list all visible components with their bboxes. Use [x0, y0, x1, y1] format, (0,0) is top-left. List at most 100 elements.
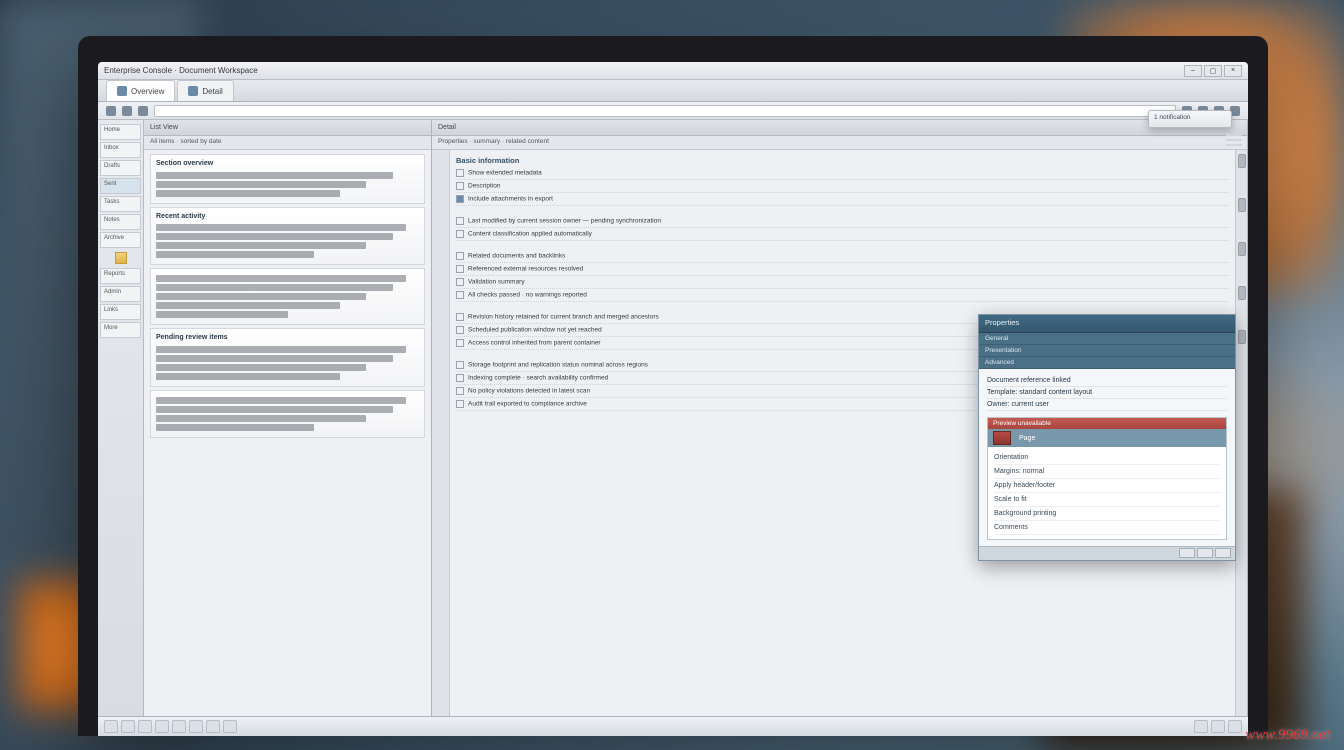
hamburger-icon[interactable] — [1226, 134, 1242, 146]
detail-item[interactable]: Validation summary — [456, 276, 1229, 289]
tab-overview[interactable]: Overview — [106, 80, 175, 101]
detail-item-text: Revision history retained for current br… — [468, 314, 659, 321]
tab-detail[interactable]: Detail — [177, 80, 233, 101]
checkbox-icon[interactable] — [456, 291, 464, 299]
checkbox-icon[interactable] — [456, 374, 464, 382]
panel-option[interactable]: Orientation — [994, 451, 1220, 465]
back-icon[interactable] — [106, 106, 116, 116]
checkbox-icon[interactable] — [456, 339, 464, 347]
checkbox-icon[interactable] — [456, 169, 464, 177]
sidebar-item[interactable]: Admin — [100, 286, 141, 302]
taskbar-tray-button[interactable] — [1194, 720, 1208, 733]
panel-option[interactable]: Background printing — [994, 507, 1220, 521]
panel-footer-button[interactable] — [1179, 548, 1195, 558]
panel-inset-tab[interactable]: Page — [988, 429, 1226, 447]
list-block[interactable]: Recent activity — [150, 207, 425, 266]
checkbox-icon[interactable] — [456, 278, 464, 286]
taskbar-app-button[interactable] — [138, 720, 152, 733]
folder-icon[interactable] — [115, 252, 127, 264]
taskbar-app-button[interactable] — [121, 720, 135, 733]
taskbar-app-button[interactable] — [155, 720, 169, 733]
list-body[interactable]: Section overviewRecent activity Pending r… — [144, 150, 431, 736]
sidebar-item[interactable]: Notes — [100, 214, 141, 230]
taskbar-tray-button[interactable] — [1211, 720, 1225, 733]
window-maximize-button[interactable]: ▢ — [1204, 65, 1222, 77]
refresh-icon[interactable] — [138, 106, 148, 116]
panel-option[interactable]: Scale to fit — [994, 493, 1220, 507]
detail-item[interactable]: Content classification applied automatic… — [456, 228, 1229, 241]
sidebar-item[interactable]: Archive — [100, 232, 141, 248]
window-close-button[interactable]: × — [1224, 65, 1242, 77]
taskbar-start-button[interactable] — [104, 720, 118, 733]
detail-item-text: Include attachments in export — [468, 196, 553, 203]
list-block[interactable] — [150, 268, 425, 325]
checkbox-icon[interactable] — [456, 195, 464, 203]
sidebar-item[interactable]: Home — [100, 124, 141, 140]
detail-item-text: Validation summary — [468, 279, 525, 286]
sidebar-item[interactable]: Tasks — [100, 196, 141, 212]
detail-item[interactable]: Include attachments in export — [456, 193, 1229, 206]
window-minimize-button[interactable]: – — [1184, 65, 1202, 77]
panel-footer-button[interactable] — [1215, 548, 1231, 558]
panel-title[interactable]: Properties — [979, 315, 1235, 333]
detail-item[interactable]: Related documents and backlinks — [456, 250, 1229, 263]
checkbox-icon[interactable] — [456, 326, 464, 334]
detail-item[interactable]: Description — [456, 180, 1229, 193]
sidebar-item[interactable]: Drafts — [100, 160, 141, 176]
checkbox-icon[interactable] — [456, 252, 464, 260]
panel-option[interactable]: Apply header/footer — [994, 479, 1220, 493]
scroll-thumb[interactable] — [1238, 154, 1246, 168]
notification-chip[interactable]: 1 notification — [1148, 110, 1232, 128]
checkbox-icon[interactable] — [456, 217, 464, 225]
taskbar-app-button[interactable] — [189, 720, 203, 733]
pane-subheader: All items · sorted by date — [144, 136, 431, 150]
block-heading: Pending review items — [156, 333, 419, 344]
checkbox-icon[interactable] — [456, 361, 464, 369]
panel-subnav-item[interactable]: Presentation — [979, 345, 1235, 357]
checkbox-icon[interactable] — [456, 387, 464, 395]
panel-subnav-item[interactable]: Advanced — [979, 357, 1235, 369]
sidebar-item[interactable]: Links — [100, 304, 141, 320]
taskbar-app-button[interactable] — [223, 720, 237, 733]
window-titlebar[interactable]: Enterprise Console · Document Workspace … — [98, 62, 1248, 80]
text-line — [156, 364, 366, 371]
taskbar-app-button[interactable] — [206, 720, 220, 733]
checkbox-icon[interactable] — [456, 182, 464, 190]
taskbar-app-button[interactable] — [172, 720, 186, 733]
tab-bar: Overview Detail — [98, 80, 1248, 102]
properties-panel[interactable]: Properties General Presentation Advanced… — [978, 314, 1236, 561]
sidebar-item[interactable]: More — [100, 322, 141, 338]
sidebar-item[interactable]: Inbox — [100, 142, 141, 158]
detail-item[interactable]: Show extended metadata — [456, 167, 1229, 180]
panel-row: Owner: current user — [987, 399, 1227, 411]
pane-header: Detail — [432, 120, 1247, 136]
list-block[interactable]: Pending review items — [150, 328, 425, 387]
detail-item[interactable]: All checks passed · no warnings reported — [456, 289, 1229, 302]
sidebar-item[interactable]: Sent — [100, 178, 141, 194]
sidebar-item[interactable]: Reports — [100, 268, 141, 284]
scrollbar-vertical[interactable] — [1235, 150, 1247, 736]
text-line — [156, 302, 340, 309]
checkbox-icon[interactable] — [456, 313, 464, 321]
taskbar — [98, 716, 1248, 736]
list-block[interactable] — [150, 390, 425, 438]
scroll-marker[interactable] — [1238, 330, 1246, 344]
list-block[interactable]: Section overview — [150, 154, 425, 204]
text-line — [156, 355, 393, 362]
scroll-marker[interactable] — [1238, 242, 1246, 256]
panel-footer-button[interactable] — [1197, 548, 1213, 558]
taskbar-tray-button[interactable] — [1228, 720, 1242, 733]
panel-option[interactable]: Margins: normal — [994, 465, 1220, 479]
detail-item[interactable]: Last modified by current session owner —… — [456, 215, 1229, 228]
scroll-marker[interactable] — [1238, 286, 1246, 300]
panel-subnav-item[interactable]: General — [979, 333, 1235, 345]
checkbox-icon[interactable] — [456, 400, 464, 408]
forward-icon[interactable] — [122, 106, 132, 116]
panel-option[interactable]: Comments — [994, 521, 1220, 535]
checkbox-icon[interactable] — [456, 230, 464, 238]
detail-item[interactable]: Referenced external resources resolved — [456, 263, 1229, 276]
scroll-marker[interactable] — [1238, 198, 1246, 212]
section-title: Basic information — [456, 156, 1229, 165]
address-field[interactable] — [154, 105, 1176, 117]
checkbox-icon[interactable] — [456, 265, 464, 273]
